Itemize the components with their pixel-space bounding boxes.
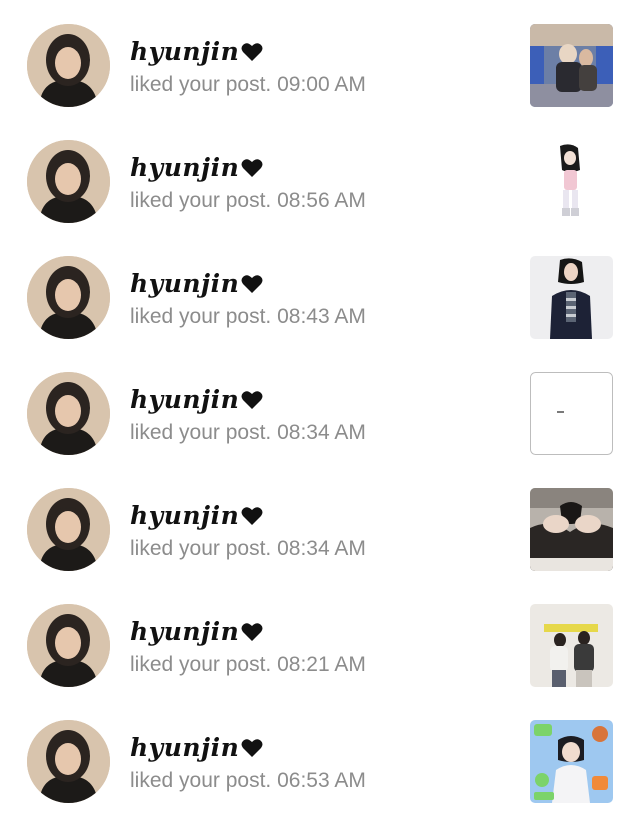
notification-item[interactable]: hyunjin liked your post. 08:56 AM (0, 116, 640, 232)
timestamp: 08:43 AM (277, 305, 366, 328)
notification-text: liked your post. 06:53 AM (130, 769, 366, 793)
timestamp: 08:21 AM (277, 653, 366, 676)
username[interactable]: hyunjin (130, 733, 263, 762)
action-text: liked your post. (130, 189, 272, 212)
username[interactable]: hyunjin (130, 153, 263, 182)
post-thumbnail[interactable] (530, 720, 613, 803)
notification-item[interactable]: hyunjin liked your post. 09:00 AM (0, 0, 640, 116)
username[interactable]: hyunjin (130, 385, 263, 414)
timestamp: 06:53 AM (277, 769, 366, 792)
action-text: liked your post. (130, 73, 272, 96)
avatar[interactable] (27, 140, 110, 223)
heart-icon (241, 275, 263, 293)
username[interactable]: hyunjin (130, 269, 263, 298)
avatar[interactable] (27, 256, 110, 339)
heart-icon (241, 159, 263, 177)
timestamp: 08:56 AM (277, 189, 366, 212)
post-thumbnail[interactable] (530, 488, 613, 571)
post-thumbnail[interactable] (530, 256, 613, 339)
username[interactable]: hyunjin (130, 37, 263, 66)
action-text: liked your post. (130, 537, 272, 560)
notification-text: liked your post. 08:34 AM (130, 537, 366, 561)
notification-text: liked your post. 08:21 AM (130, 653, 366, 677)
avatar[interactable] (27, 24, 110, 107)
action-text: liked your post. (130, 421, 272, 444)
avatar[interactable] (27, 720, 110, 803)
heart-icon (241, 43, 263, 61)
timestamp: 09:00 AM (277, 73, 366, 96)
notification-text: liked your post. 08:56 AM (130, 189, 366, 213)
notification-item[interactable]: hyunjin liked your post. 08:43 AM (0, 232, 640, 348)
post-thumbnail[interactable] (530, 604, 613, 687)
notification-item[interactable]: hyunjin liked your post. 08:21 AM (0, 580, 640, 696)
notification-item[interactable]: hyunjin liked your post. 08:34 AM (0, 348, 640, 464)
notification-text: liked your post. 08:43 AM (130, 305, 366, 329)
heart-icon (241, 507, 263, 525)
heart-icon (241, 623, 263, 641)
notification-text: liked your post. 08:34 AM (130, 421, 366, 445)
username[interactable]: hyunjin (130, 501, 263, 530)
avatar[interactable] (27, 372, 110, 455)
action-text: liked your post. (130, 769, 272, 792)
action-text: liked your post. (130, 653, 272, 676)
username[interactable]: hyunjin (130, 617, 263, 646)
notification-item[interactable]: hyunjin liked your post. 08:34 AM (0, 464, 640, 580)
avatar[interactable] (27, 604, 110, 687)
post-thumbnail[interactable] (530, 24, 613, 107)
action-text: liked your post. (130, 305, 272, 328)
notification-text: liked your post. 09:00 AM (130, 73, 366, 97)
post-thumbnail[interactable] (530, 372, 613, 455)
heart-icon (241, 739, 263, 757)
heart-icon (241, 391, 263, 409)
avatar[interactable] (27, 488, 110, 571)
timestamp: 08:34 AM (277, 537, 366, 560)
notification-item[interactable]: hyunjin liked your post. 06:53 AM (0, 696, 640, 812)
post-thumbnail[interactable] (530, 140, 613, 223)
timestamp: 08:34 AM (277, 421, 366, 444)
